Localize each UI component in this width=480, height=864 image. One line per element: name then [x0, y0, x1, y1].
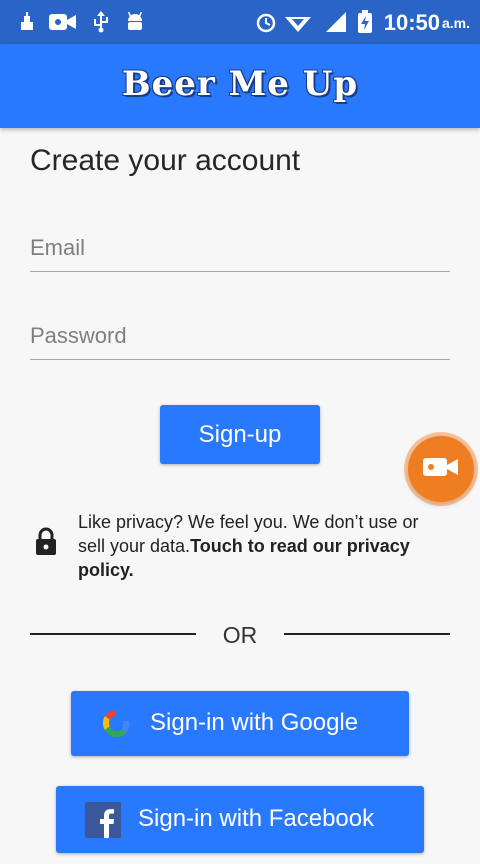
- facebook-signin-label: Sign-in with Facebook: [138, 805, 375, 832]
- signal-icon: [324, 10, 348, 34]
- divider-line-right: [284, 633, 450, 635]
- password-input[interactable]: [30, 316, 450, 356]
- clock-ampm: a.m.: [441, 15, 470, 31]
- password-field[interactable]: [30, 316, 450, 360]
- status-bar: 10:50 a.m.: [0, 0, 480, 44]
- or-divider: OR: [30, 620, 450, 648]
- signup-button[interactable]: Sign-up: [160, 405, 320, 464]
- app-logo-title: Beer Me Up: [121, 64, 359, 104]
- facebook-logo-icon: [85, 802, 121, 843]
- privacy-text: Like privacy? We feel you. We don’t use …: [78, 510, 450, 582]
- page-title: Create your account: [30, 144, 301, 177]
- email-field[interactable]: [30, 228, 450, 272]
- signup-button-label: Sign-up: [198, 420, 282, 448]
- video-camera-icon: [423, 455, 459, 484]
- clock: 10:50: [383, 10, 440, 35]
- android-icon: [124, 10, 146, 34]
- notification-icon: [16, 10, 38, 34]
- usb-icon: [90, 10, 112, 34]
- battery-charging-icon: [356, 10, 374, 34]
- app-bar: Beer Me Up: [0, 44, 480, 128]
- alarm-icon: [254, 10, 278, 34]
- google-signin-button[interactable]: Sign-in with Google: [71, 691, 409, 756]
- email-input[interactable]: [30, 228, 450, 268]
- lock-icon: [34, 526, 58, 561]
- video-icon: [48, 10, 78, 34]
- wifi-icon: [284, 10, 312, 34]
- facebook-signin-button[interactable]: Sign-in with Facebook: [56, 786, 424, 853]
- google-logo-icon: [99, 706, 133, 745]
- or-label: OR: [222, 622, 258, 648]
- screen-record-button[interactable]: [408, 436, 474, 502]
- google-signin-label: Sign-in with Google: [150, 709, 359, 736]
